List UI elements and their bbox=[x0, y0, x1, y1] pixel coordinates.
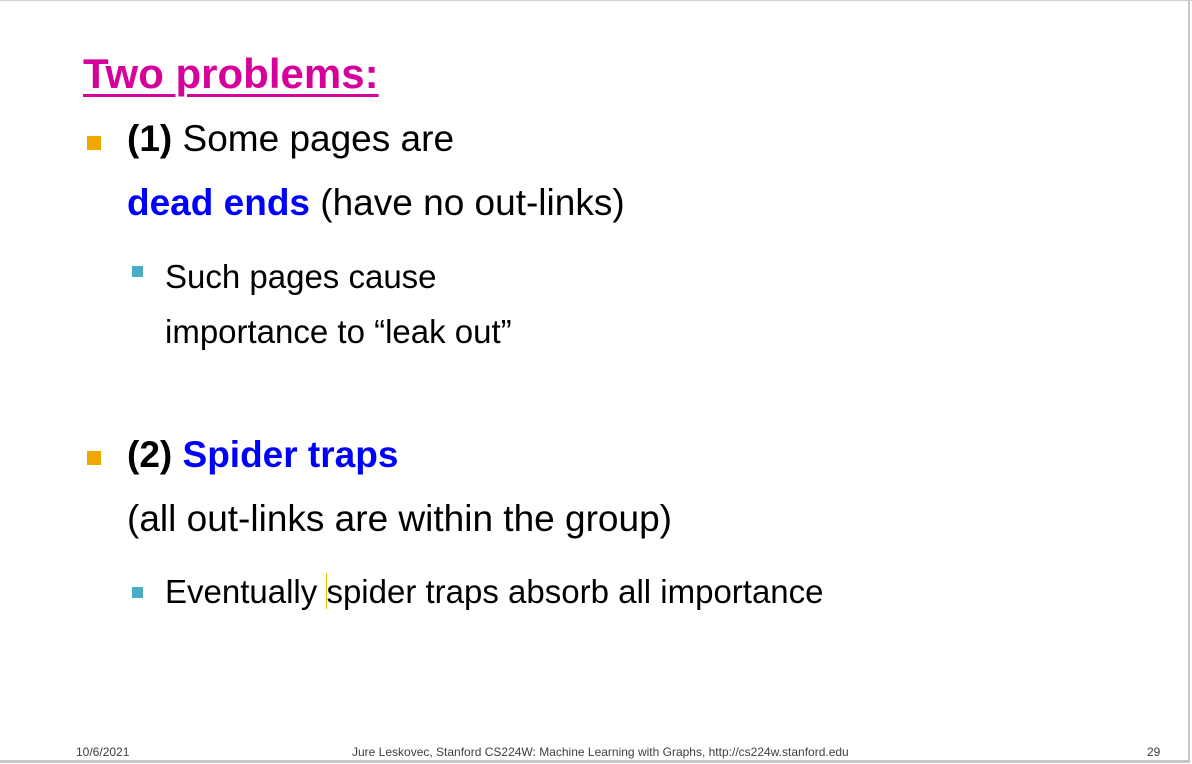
bullet-1-line-1: (1) Some pages are bbox=[127, 118, 454, 160]
footer-date: 10/6/2021 bbox=[76, 745, 130, 759]
sub-bullet-1-line-2: importance to “leak out” bbox=[165, 313, 512, 350]
divider bbox=[0, 0, 1192, 1]
bullet-1-line-2: dead ends (have no out-links) bbox=[127, 182, 625, 224]
slide: Two problems: (1) Some pages are dead en… bbox=[0, 0, 1192, 763]
bullet-2-line-2: (all out-links are within the group) bbox=[127, 498, 672, 539]
bullet-1-number: (1) bbox=[127, 118, 173, 159]
sub-bullet-1-line-1: Such pages cause bbox=[165, 258, 437, 295]
dead-ends-term: dead ends bbox=[127, 182, 310, 223]
slide-title: Two problems: bbox=[83, 50, 379, 97]
bullet-1-rest: (have no out-links) bbox=[310, 182, 625, 223]
sub-bullet-square-icon bbox=[132, 266, 143, 277]
bullet-2-number: (2) bbox=[127, 434, 173, 475]
footer-credit: Jure Leskovec, Stanford CS224W: Machine … bbox=[352, 745, 849, 759]
sub-bullet-2-text-b: spider traps absorb all importance bbox=[326, 573, 824, 610]
sub-bullet-2[interactable]: Eventually spider traps absorb all impor… bbox=[165, 573, 824, 611]
spider-traps-term: Spider traps bbox=[182, 434, 399, 475]
bullet-1-text: Some pages are bbox=[172, 118, 455, 159]
page-number: 29 bbox=[1147, 745, 1161, 759]
bullet-square-icon bbox=[87, 451, 101, 465]
bullet-square-icon bbox=[87, 136, 101, 150]
sub-bullet-2-text-a: Eventually bbox=[165, 573, 327, 610]
bullet-2-line-1: (2) Spider traps bbox=[127, 434, 398, 476]
sub-bullet-square-icon bbox=[132, 587, 143, 598]
